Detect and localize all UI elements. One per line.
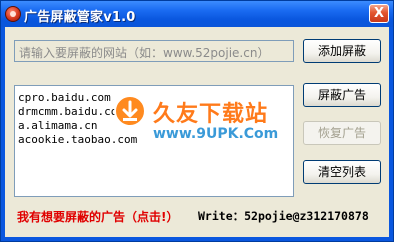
- url-input[interactable]: 请输入要屏蔽的网站（如：www.52pojie.cn）: [14, 40, 294, 62]
- app-window: 广告屏蔽管家v1.0 X 请输入要屏蔽的网站（如：www.52pojie.cn）…: [0, 0, 394, 242]
- client-area: 请输入要屏蔽的网站（如：www.52pojie.cn） 添加屏蔽 cpro.ba…: [5, 27, 389, 237]
- clear-list-button[interactable]: 清空列表: [303, 160, 381, 184]
- list-item[interactable]: cpro.baidu.com: [15, 91, 293, 105]
- report-ad-link[interactable]: 我有想要屏蔽的广告（点击!）: [17, 208, 178, 225]
- add-block-button[interactable]: 添加屏蔽: [303, 39, 381, 63]
- restore-ads-button[interactable]: 恢复广告: [303, 121, 381, 145]
- list-item[interactable]: drmcmm.baidu.com: [15, 105, 293, 119]
- blocked-domain-list[interactable]: cpro.baidu.com drmcmm.baidu.com a.alimam…: [14, 85, 294, 197]
- author-credit: Write：52pojie@z312170878: [198, 209, 369, 223]
- block-ads-button[interactable]: 屏蔽广告: [303, 83, 381, 107]
- list-item[interactable]: a.alimama.cn: [15, 119, 293, 133]
- app-icon: [5, 6, 21, 22]
- title-bar[interactable]: 广告屏蔽管家v1.0 X: [1, 1, 393, 27]
- window-title: 广告屏蔽管家v1.0: [24, 10, 136, 25]
- close-button[interactable]: X: [369, 4, 389, 23]
- list-item[interactable]: acookie.taobao.com: [15, 133, 293, 147]
